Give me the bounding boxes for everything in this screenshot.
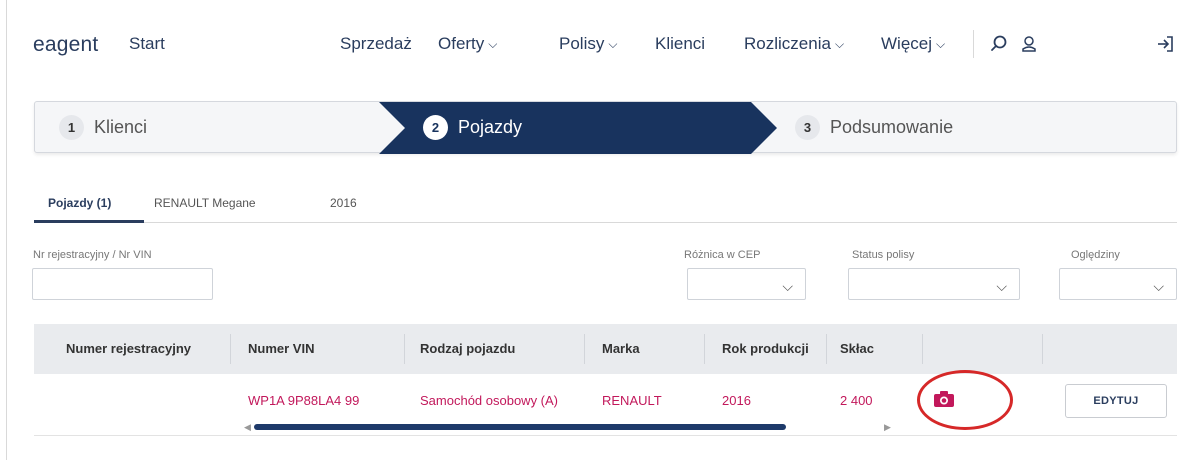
col-divider [404, 334, 405, 364]
chevron-down-icon: ⌵ [834, 37, 845, 51]
app-logo[interactable]: eagent [33, 33, 98, 57]
nav-item-label: Polisy [559, 34, 605, 53]
nav-item-label: Sprzedaż [340, 34, 412, 53]
inspection-label: Oględziny [1071, 249, 1120, 261]
app-frame: eagent Start Sprzedaż Oferty ⌵ Polisy ⌵ Kl… [6, 0, 1192, 460]
step-pojazdy[interactable]: 2 Pojazdy [423, 115, 522, 140]
search-icon[interactable] [987, 32, 1011, 56]
cep-select[interactable]: ⌵ [687, 268, 806, 300]
chevron-down-icon: ⌵ [782, 278, 793, 294]
col-divider [584, 334, 585, 364]
col-header-make[interactable]: Marka [602, 341, 640, 356]
active-tab-indicator [34, 220, 144, 223]
col-header-vin[interactable]: Numer VIN [248, 341, 314, 356]
nav-item-klienci[interactable]: Klienci [655, 34, 705, 54]
table-row[interactable]: WP1A 9P88LA4 99 Samochód osobowy (A) REN… [34, 370, 1177, 436]
nav-item-oferty[interactable]: Oferty ⌵ [438, 34, 497, 54]
tab-vehicle-year: 2016 [330, 196, 357, 210]
step-label: Podsumowanie [830, 117, 954, 137]
scroll-right-arrow-icon[interactable]: ▶ [884, 422, 891, 433]
chevron-down-icon: ⌵ [488, 37, 498, 51]
step-label: Klienci [94, 117, 148, 137]
logout-icon[interactable] [1153, 32, 1177, 56]
nav-item-sprzedaz[interactable]: Sprzedaż [340, 34, 412, 54]
cell-vin[interactable]: WP1A 9P88LA4 99 [248, 393, 359, 408]
step-label: Pojazdy [458, 117, 523, 137]
stepper-active-background [379, 102, 777, 154]
nav-start-link[interactable]: Start [129, 34, 165, 54]
user-icon[interactable] [1017, 32, 1041, 56]
nav-item-label: Więcej [881, 34, 933, 53]
inspection-select[interactable]: ⌵ [1059, 268, 1177, 300]
step-klienci[interactable]: 1 Klienci [59, 115, 147, 140]
cell-year[interactable]: 2016 [722, 393, 751, 408]
col-header-type[interactable]: Rodzaj pojazdu [420, 341, 515, 356]
cell-premium[interactable]: 2 400 [840, 393, 873, 408]
col-header-year[interactable]: Rok produkcji [722, 341, 809, 356]
nav-item-label: Rozliczenia [744, 34, 831, 53]
cell-make[interactable]: RENAULT [602, 393, 662, 408]
top-navigation: eagent Start Sprzedaż Oferty ⌵ Polisy ⌵ Kl… [7, 0, 1192, 88]
col-divider [1042, 334, 1043, 364]
col-header-premium[interactable]: Skłac [840, 341, 874, 356]
reg-vin-label: Nr rejestracyjny / Nr VIN [33, 249, 152, 261]
col-divider [826, 334, 827, 364]
nav-item-polisy[interactable]: Polisy ⌵ [559, 34, 617, 54]
status-label: Status polisy [852, 249, 915, 261]
scrollbar-thumb[interactable] [254, 424, 786, 430]
nav-item-rozliczenia[interactable]: Rozliczenia ⌵ [744, 34, 844, 54]
col-divider [922, 334, 923, 364]
col-divider [230, 334, 231, 364]
cep-label: Różnica w CEP [684, 249, 761, 261]
step-podsumowanie[interactable]: 3 Podsumowanie [795, 115, 953, 140]
camera-icon[interactable] [932, 388, 956, 410]
step-number: 3 [795, 115, 820, 140]
nav-divider [973, 30, 974, 58]
step-number: 1 [59, 115, 84, 140]
table-header: Numer rejestracyjny Numer VIN Rodzaj poj… [34, 324, 1177, 374]
cell-vehicle-type[interactable]: Samochód osobowy (A) [420, 393, 558, 408]
tab-vehicle-renault[interactable]: RENAULT Megane [154, 196, 256, 210]
horizontal-scrollbar[interactable]: ◀ ▶ [244, 422, 894, 433]
edit-button[interactable]: EDYTUJ [1065, 384, 1167, 418]
vehicle-tabs: Pojazdy (1) RENAULT Megane 2016 [34, 187, 1177, 223]
scroll-left-arrow-icon[interactable]: ◀ [244, 422, 251, 433]
chevron-down-icon: ⌵ [996, 278, 1007, 294]
reg-vin-input[interactable] [32, 268, 213, 300]
status-select[interactable]: ⌵ [848, 268, 1020, 300]
col-divider [704, 334, 705, 364]
nav-item-wiecej[interactable]: Więcej ⌵ [881, 34, 945, 54]
tab-pojazdy[interactable]: Pojazdy (1) [48, 196, 111, 210]
step-number: 2 [423, 115, 448, 140]
nav-item-label: Klienci [655, 34, 706, 53]
chevron-down-icon: ⌵ [1153, 278, 1164, 294]
chevron-down-icon: ⌵ [936, 37, 946, 51]
chevron-down-icon: ⌵ [608, 37, 618, 51]
col-header-reg[interactable]: Numer rejestracyjny [66, 341, 191, 356]
nav-item-label: Oferty [438, 34, 485, 53]
wizard-stepper: 1 Klienci 2 Pojazdy 3 Podsumowanie [34, 101, 1177, 154]
